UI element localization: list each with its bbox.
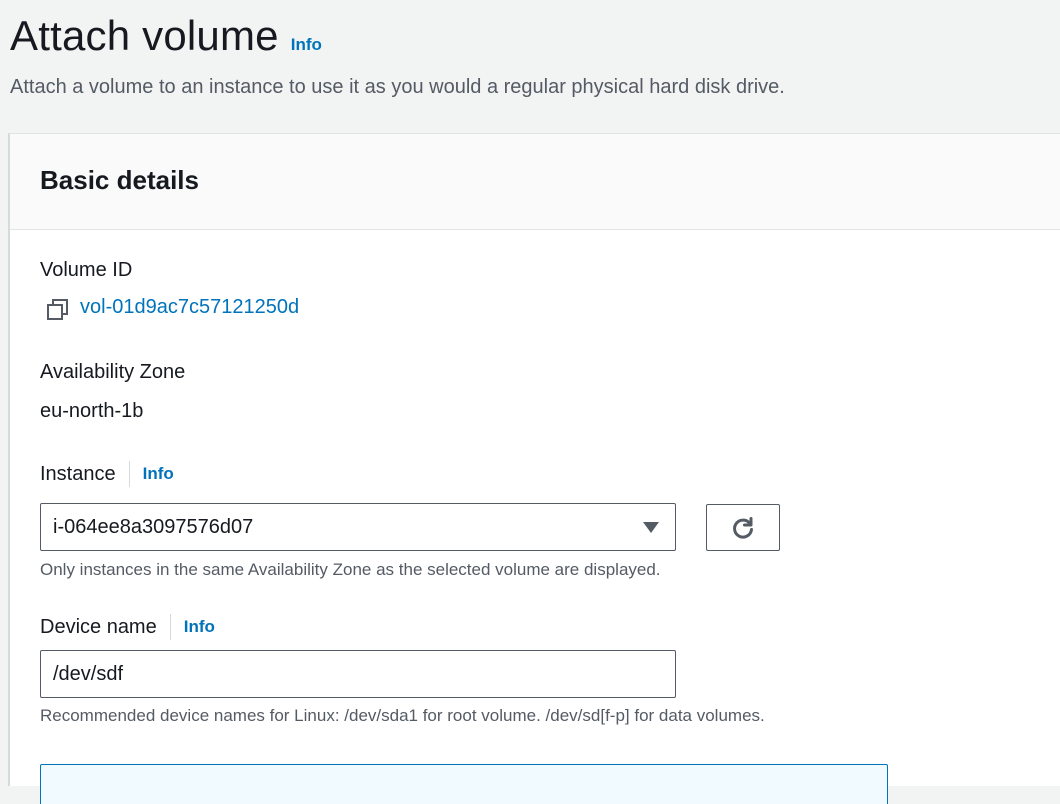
instance-select[interactable]: i-064ee8a3097576d07: [40, 503, 676, 551]
volume-id-label: Volume ID: [40, 259, 133, 281]
label-separator: [128, 461, 130, 487]
refresh-icon: [733, 516, 753, 539]
instance-select-value: i-064ee8a3097576d07: [53, 515, 254, 538]
instance-label: Instance: [40, 463, 116, 485]
title-info-link[interactable]: Info: [291, 35, 322, 55]
device-label-row: Device name Info: [40, 614, 215, 640]
device-info-link[interactable]: Info: [184, 614, 215, 640]
info-alert-box: [40, 764, 888, 804]
availability-zone-label: Availability Zone: [40, 361, 186, 383]
availability-zone-value: eu-north-1b: [40, 400, 144, 422]
panel-header: Basic details: [10, 134, 1060, 230]
refresh-button[interactable]: [706, 504, 780, 551]
device-name-hint: Recommended device names for Linux: /dev…: [40, 706, 765, 725]
instance-hint: Only instances in the same Availability …: [40, 560, 661, 579]
page-title: Attach volume: [10, 12, 279, 59]
label-separator: [169, 614, 171, 640]
page-description: Attach a volume to an instance to use it…: [10, 76, 785, 98]
title-row: Attach volume Info: [10, 10, 1050, 62]
caret-down-icon: [643, 522, 659, 533]
volume-id-row: vol-01d9ac7c57121250d: [46, 296, 299, 320]
page-header: Attach volume Info Attach a volume to an…: [10, 10, 1050, 100]
instance-info-link[interactable]: Info: [143, 461, 174, 487]
device-name-label: Device name: [40, 616, 157, 638]
copy-icon[interactable]: [46, 297, 68, 320]
instance-label-row: Instance Info: [40, 461, 174, 487]
panel-title: Basic details: [40, 165, 199, 195]
basic-details-panel: Basic details Volume ID vol-01d9ac7c5712…: [8, 133, 1060, 804]
device-name-input[interactable]: [40, 650, 676, 698]
volume-id-link[interactable]: vol-01d9ac7c57121250d: [80, 296, 299, 319]
